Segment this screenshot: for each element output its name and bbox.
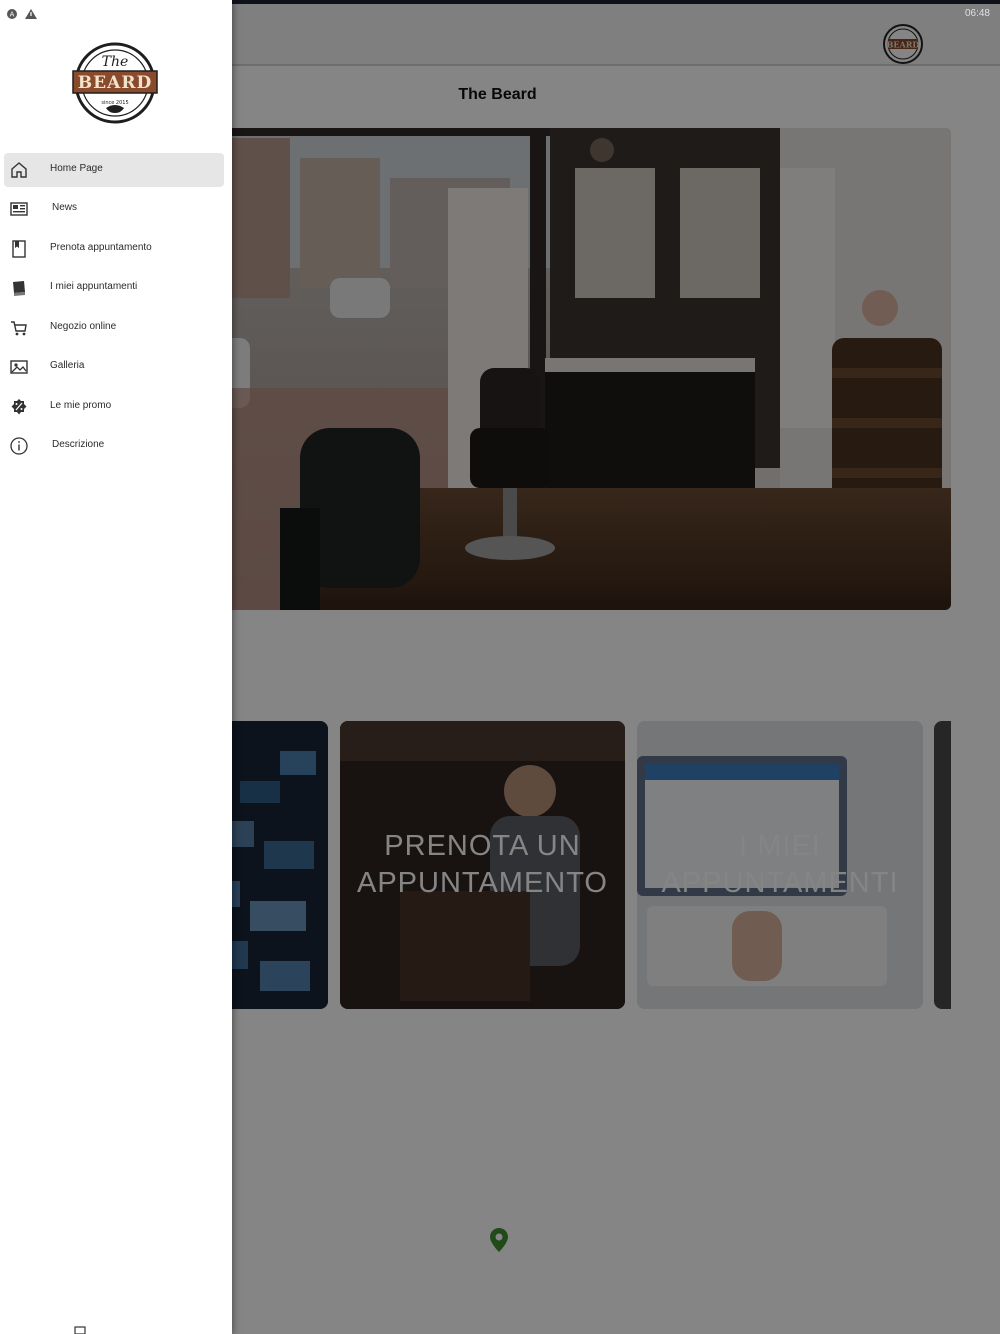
menu-item-descrizione[interactable]: Descrizione	[4, 429, 224, 463]
menu-item-le-mie-promo[interactable]: Le mie promo	[4, 390, 224, 424]
menu-label: I miei appuntamenti	[50, 281, 138, 292]
menu-item-i-miei-appuntamenti[interactable]: I miei appuntamenti	[4, 271, 224, 305]
menu-item-home-page[interactable]: Home Page	[4, 153, 224, 187]
navigation-drawer: A The BEARD since 2015 Home Page News Pr…	[0, 0, 232, 1334]
menu-item-galleria[interactable]: Galleria	[4, 350, 224, 384]
menu-item-prenota-appuntamento[interactable]: Prenota appuntamento	[4, 232, 224, 266]
image-icon	[10, 360, 28, 374]
book-icon	[13, 281, 25, 296]
logo-line1: The	[102, 54, 129, 70]
home-icon	[11, 162, 27, 178]
menu-item-news[interactable]: News	[4, 192, 224, 226]
menu-item-negozio-online[interactable]: Negozio online	[4, 311, 224, 345]
status-icons: A	[7, 9, 37, 19]
menu-label: Prenota appuntamento	[50, 242, 152, 253]
cart-icon	[11, 321, 27, 336]
menu-label: Negozio online	[50, 321, 117, 332]
drawer-footer-icon	[74, 1326, 86, 1334]
bookmark-icon	[12, 240, 26, 258]
info-icon	[10, 437, 28, 455]
menu-label: News	[52, 202, 78, 213]
menu-label: Home Page	[50, 163, 103, 174]
svg-text:A: A	[10, 11, 15, 19]
menu-label: Galleria	[50, 360, 85, 371]
logo-line2: BEARD	[78, 73, 152, 93]
status-clock: 06:48	[964, 8, 990, 19]
brand-logo[interactable]: The BEARD since 2015	[70, 42, 160, 124]
menu-label: Le mie promo	[50, 400, 112, 411]
menu-label: Descrizione	[52, 439, 105, 450]
badge-percent-icon	[11, 399, 27, 415]
newspaper-icon	[10, 202, 28, 216]
